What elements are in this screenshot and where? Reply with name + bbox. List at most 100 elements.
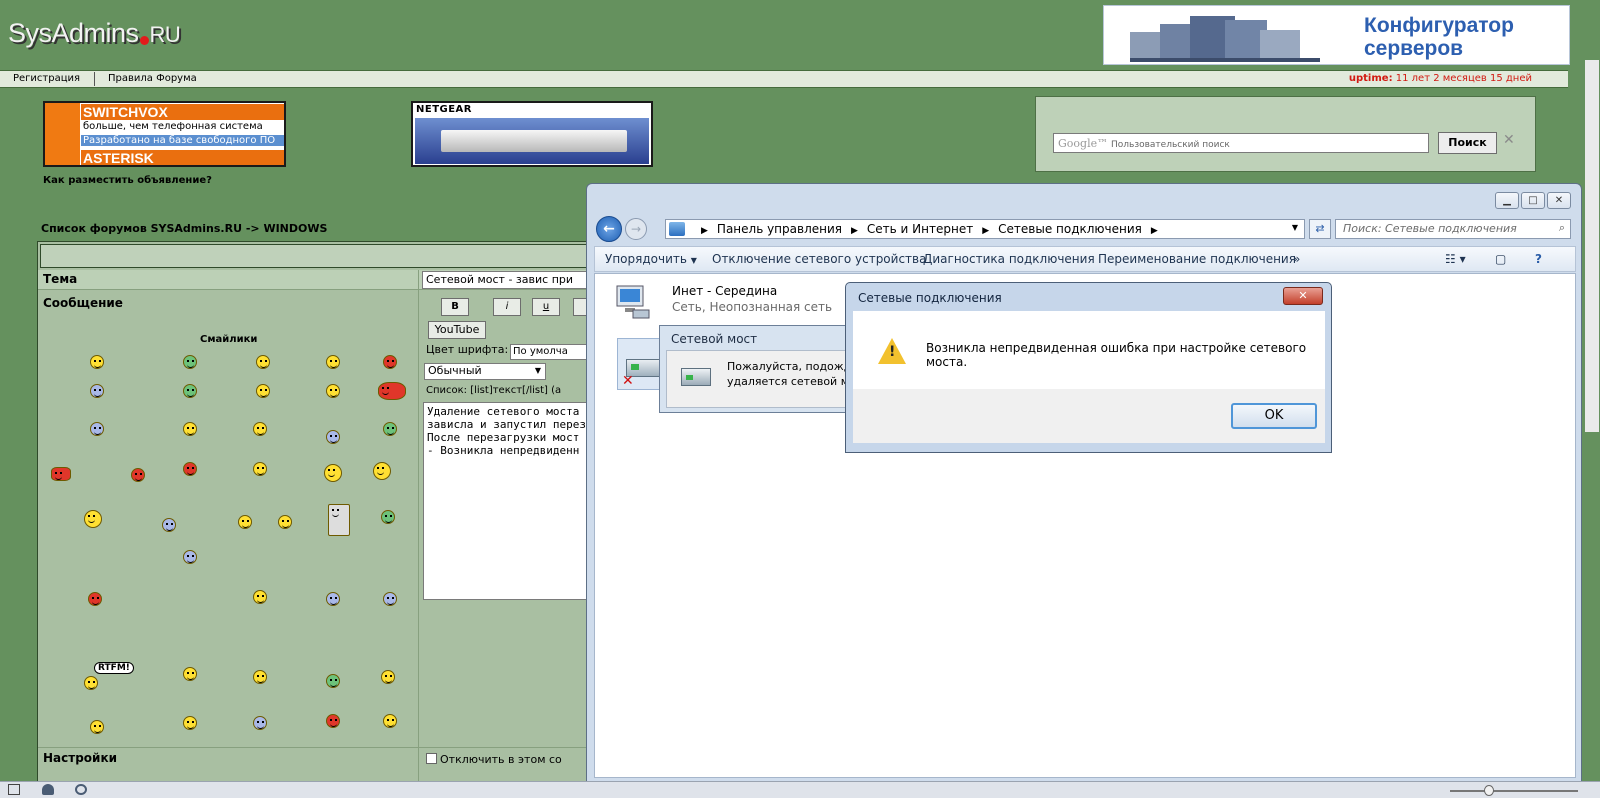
connection-status: Сеть, Неопознанная сеть bbox=[672, 300, 833, 314]
message-textarea[interactable]: Удаление сетевого моста зависла и запуст… bbox=[423, 402, 603, 600]
uptime-status: uptime: 11 лет 2 месяцев 15 дней bbox=[1349, 73, 1532, 84]
more-commands-button[interactable]: » bbox=[1293, 252, 1300, 266]
smiley-icon[interactable] bbox=[383, 422, 397, 436]
smiley-icon[interactable] bbox=[131, 468, 145, 482]
switchvox-ad[interactable]: SWITCHVOX больше, чем телефонная система… bbox=[43, 101, 286, 167]
rules-link[interactable]: Правила Форума bbox=[108, 73, 197, 84]
smiley-icon[interactable] bbox=[183, 550, 197, 564]
clear-search-icon[interactable]: ✕ bbox=[1503, 132, 1515, 148]
maximize-button[interactable]: □ bbox=[1521, 192, 1545, 209]
smiley-icon[interactable] bbox=[84, 676, 98, 690]
progress-body: Пожалуйста, подождите удаляется сетевой м… bbox=[666, 350, 872, 408]
smiley-icon[interactable] bbox=[90, 720, 104, 734]
smiley-icon[interactable] bbox=[256, 384, 270, 398]
ad-howto-link[interactable]: Как разместить объявление? bbox=[43, 175, 212, 186]
explorer-search-input[interactable]: Поиск: Сетевые подключения ⌕ bbox=[1335, 219, 1571, 239]
logo-text: SysAdmins bbox=[8, 18, 139, 48]
site-logo[interactable]: SysAdmins RU bbox=[8, 18, 181, 49]
breadcrumb[interactable]: Список форумов SYSAdmins.RU -> WINDOWS bbox=[41, 222, 327, 235]
smiley-icon[interactable] bbox=[381, 510, 395, 524]
smiley-icon[interactable] bbox=[324, 464, 342, 482]
smiley-icon[interactable] bbox=[253, 670, 267, 684]
disable-checkbox[interactable] bbox=[426, 753, 437, 764]
back-arrow-icon[interactable]: ← bbox=[596, 216, 622, 242]
view-options-icon[interactable]: ☷ ▾ bbox=[1445, 252, 1466, 266]
smiley-icon[interactable] bbox=[183, 355, 197, 369]
search-input[interactable]: Google™ Пользовательский поиск bbox=[1053, 133, 1429, 153]
youtube-button[interactable]: YouTube bbox=[428, 321, 486, 339]
close-button[interactable]: ✕ bbox=[1547, 192, 1571, 209]
help-icon[interactable]: ? bbox=[1535, 252, 1542, 266]
font-size-select[interactable]: Обычный ▼ bbox=[424, 363, 546, 380]
smiley-icon[interactable] bbox=[326, 714, 340, 728]
smiley-icon[interactable] bbox=[90, 422, 104, 436]
smiley-icon[interactable] bbox=[326, 430, 340, 444]
diagnose-button[interactable]: Диагностика подключения bbox=[923, 252, 1095, 266]
register-link[interactable]: Регистрация bbox=[13, 73, 80, 84]
address-crumb[interactable]: Сеть и Интернет bbox=[867, 222, 973, 236]
zoom-slider-handle[interactable] bbox=[1484, 785, 1494, 796]
smiley-icon[interactable] bbox=[253, 422, 267, 436]
page-scrollbar[interactable] bbox=[1585, 60, 1599, 432]
smiley-icon[interactable] bbox=[378, 382, 406, 400]
bold-button[interactable]: B bbox=[441, 298, 469, 316]
search-button[interactable]: Поиск bbox=[1438, 132, 1497, 154]
disable-option[interactable]: Отключить в этом со bbox=[426, 753, 562, 766]
smiley-icon[interactable] bbox=[326, 674, 340, 688]
smiley-icon[interactable] bbox=[278, 515, 292, 529]
smiley-icon[interactable] bbox=[183, 384, 197, 398]
page-icon[interactable] bbox=[8, 784, 20, 795]
smiley-icon[interactable] bbox=[90, 384, 104, 398]
smiley-icon[interactable] bbox=[183, 667, 197, 681]
window-controls: ▁ □ ✕ bbox=[1493, 192, 1571, 209]
smiley-icon[interactable] bbox=[326, 355, 340, 369]
smiley-icon[interactable] bbox=[383, 592, 397, 606]
network-connection-icon[interactable] bbox=[613, 282, 653, 322]
forward-arrow-icon[interactable]: → bbox=[625, 218, 647, 240]
smiley-icon[interactable] bbox=[183, 422, 197, 436]
smiley-icon[interactable] bbox=[253, 462, 267, 476]
minimize-button[interactable]: ▁ bbox=[1495, 192, 1519, 209]
netgear-ad[interactable]: NETGEAR bbox=[411, 101, 653, 167]
smiley-icon[interactable] bbox=[162, 518, 176, 532]
smiley-icon[interactable] bbox=[84, 510, 102, 528]
disable-device-button[interactable]: Отключение сетевого устройства bbox=[712, 252, 926, 266]
preview-pane-icon[interactable]: ▢ bbox=[1495, 252, 1506, 266]
smiley-icon[interactable] bbox=[238, 515, 252, 529]
smiley-icon[interactable] bbox=[88, 592, 102, 606]
ok-button[interactable]: OK bbox=[1231, 403, 1317, 429]
smiley-icon[interactable] bbox=[326, 384, 340, 398]
address-bar[interactable]: ▶ Панель управления ▶ Сеть и Интернет ▶ Сетев… bbox=[665, 219, 1305, 239]
rtfm-smiley[interactable]: RTFM! bbox=[94, 662, 134, 674]
address-crumb[interactable]: Сетевые подключения bbox=[998, 222, 1142, 236]
bridge-progress-dialog: Сетевой мост Пожалуйста, подождите удаляе… bbox=[659, 325, 872, 413]
refresh-icon[interactable]: ⇄ bbox=[1309, 219, 1331, 239]
cloud-icon[interactable] bbox=[42, 784, 54, 795]
smiley-icon[interactable] bbox=[256, 355, 270, 369]
smiley-icon[interactable] bbox=[51, 467, 71, 481]
smiley-icon[interactable] bbox=[328, 504, 350, 536]
connection-name[interactable]: Инет - Середина bbox=[672, 284, 777, 298]
smiley-icon[interactable] bbox=[183, 462, 197, 476]
rename-button[interactable]: Переименование подключения bbox=[1098, 252, 1296, 266]
top-banner-ad[interactable]: Конфигуратор серверов bbox=[1103, 5, 1570, 65]
topic-input[interactable]: Сетевой мост - завис при bbox=[422, 271, 602, 289]
organize-button[interactable]: Упорядочить ▼ bbox=[605, 252, 697, 266]
smiley-icon[interactable] bbox=[326, 592, 340, 606]
smiley-icon[interactable] bbox=[383, 355, 397, 369]
smiley-icon[interactable] bbox=[253, 590, 267, 604]
smiley-icon[interactable] bbox=[183, 716, 197, 730]
address-crumb[interactable]: Панель управления bbox=[717, 222, 842, 236]
server-rack-icon bbox=[1130, 16, 1320, 62]
smiley-icon[interactable] bbox=[381, 670, 395, 684]
gauge-icon[interactable] bbox=[75, 784, 87, 795]
underline-button[interactable]: u bbox=[532, 298, 560, 316]
close-button[interactable]: ✕ bbox=[1283, 287, 1323, 305]
chevron-down-icon[interactable]: ▼ bbox=[1292, 223, 1298, 232]
smiley-icon[interactable] bbox=[253, 716, 267, 730]
italic-button[interactable]: i bbox=[493, 298, 521, 316]
zoom-slider[interactable] bbox=[1450, 790, 1578, 792]
smiley-icon[interactable] bbox=[373, 462, 391, 480]
smiley-icon[interactable] bbox=[383, 714, 397, 728]
smiley-icon[interactable] bbox=[90, 355, 104, 369]
